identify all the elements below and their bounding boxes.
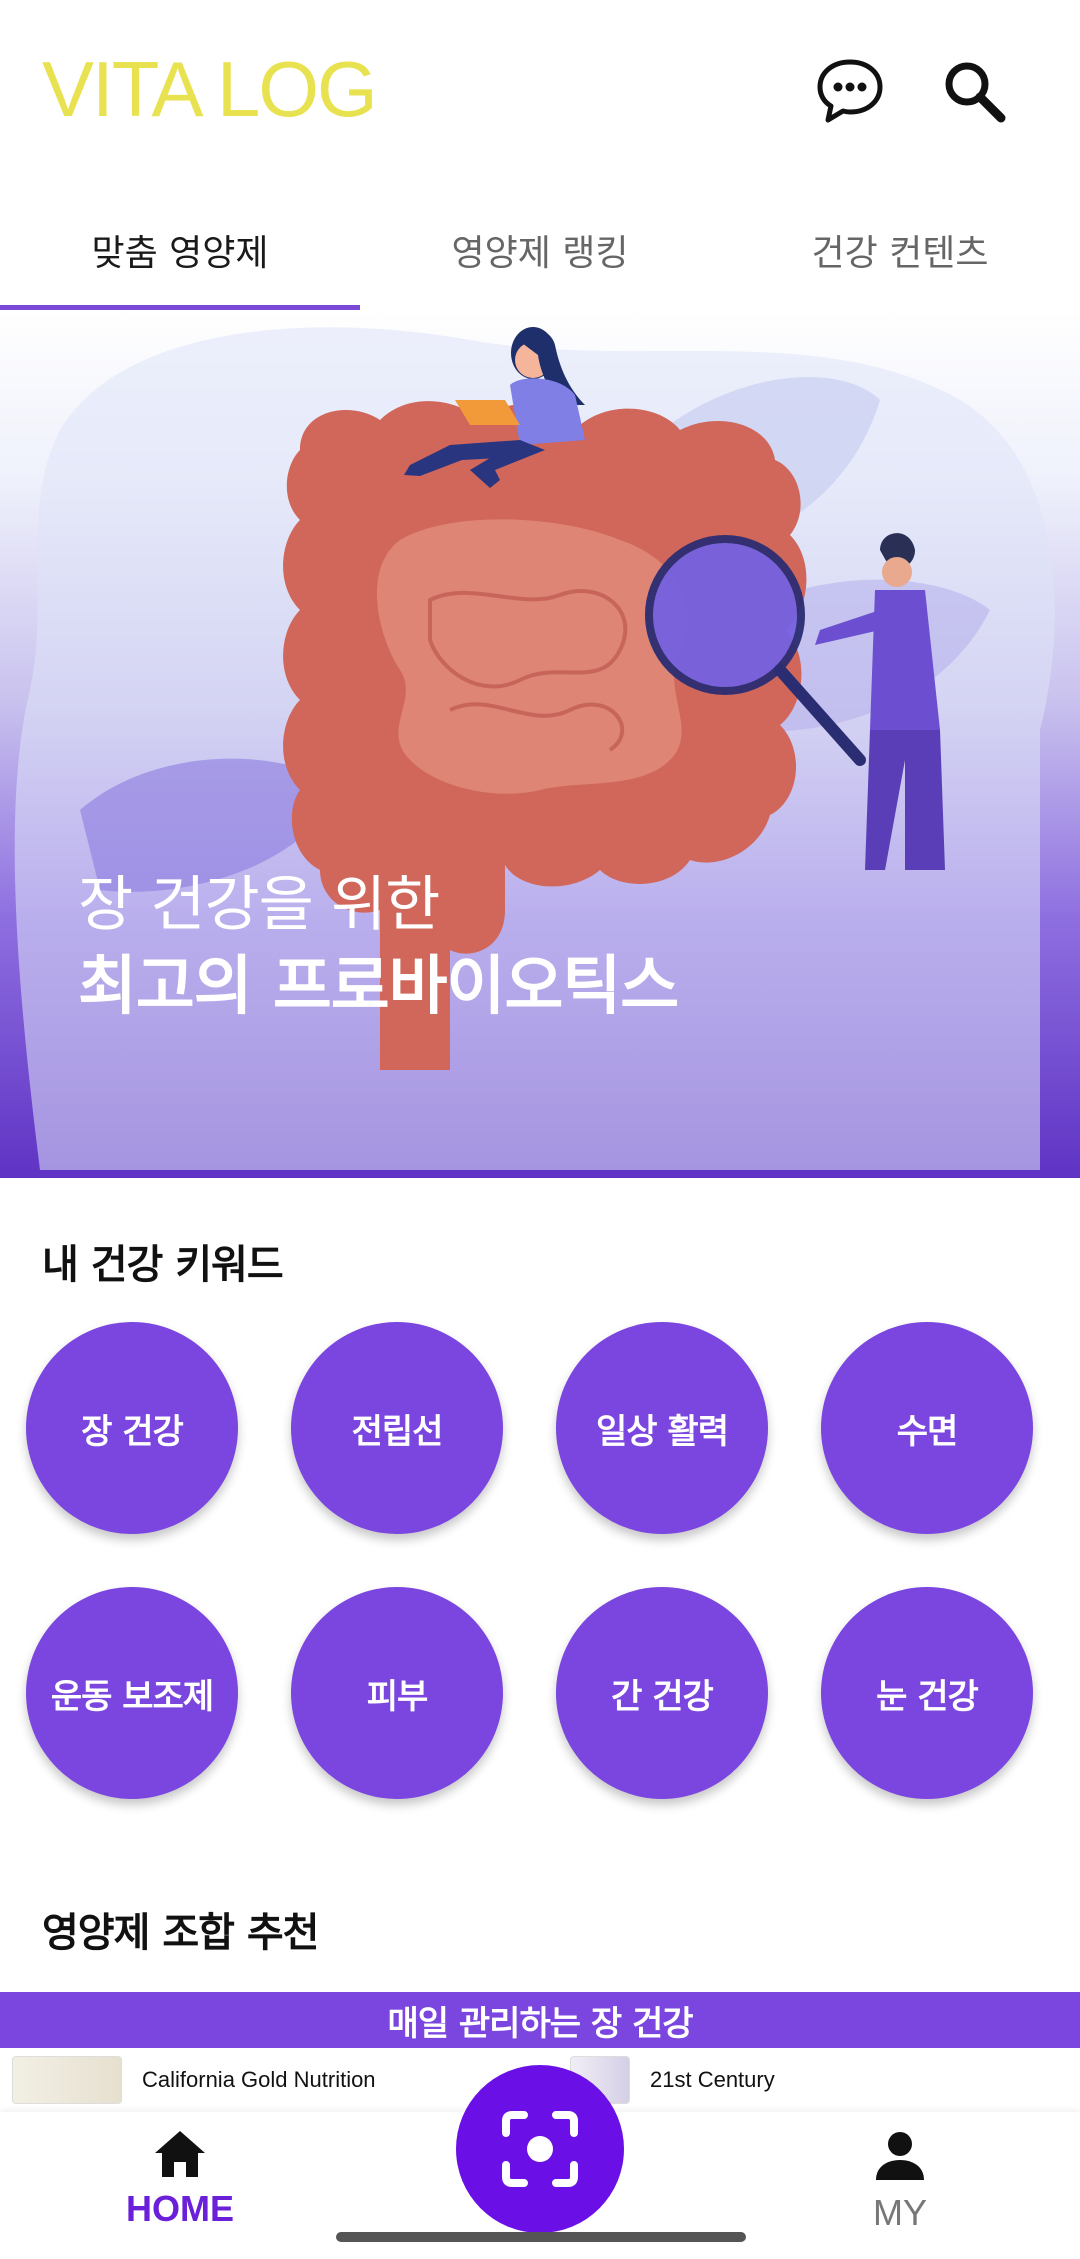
- nav-home[interactable]: HOME: [80, 2128, 280, 2230]
- tab-supplement-ranking[interactable]: 영양제 랭킹: [360, 190, 720, 310]
- health-keywords-title: 내 건강 키워드: [42, 1242, 284, 1288]
- product-item[interactable]: California Gold Nutrition: [12, 2048, 376, 2112]
- banner-title: 최고의 프로바이오틱스: [78, 950, 679, 1024]
- banner-illustration: [14, 327, 1055, 1170]
- product-thumbnail: [12, 2056, 122, 2104]
- nav-my[interactable]: MY: [800, 2128, 1000, 2234]
- home-indicator: [336, 2232, 746, 2242]
- tab-custom-supplements[interactable]: 맞춤 영양제: [0, 190, 360, 310]
- banner-headline: 장 건강을 위한 최고의 프로바이오틱스: [78, 865, 679, 1029]
- keyword-daily-energy[interactable]: 일상 활력: [556, 1322, 768, 1534]
- search-icon[interactable]: [935, 52, 1015, 132]
- product-name: California Gold Nutrition: [142, 2067, 376, 2092]
- combo-recommend-title: 영양제 조합 추천: [42, 1910, 319, 1956]
- keyword-gut-health[interactable]: 장 건강: [26, 1322, 238, 1534]
- app-logo[interactable]: VITA LOG: [42, 50, 378, 128]
- keyword-skin[interactable]: 피부: [291, 1587, 503, 1799]
- keyword-eye-health[interactable]: 눈 건강: [821, 1587, 1033, 1799]
- combo-category-bar[interactable]: 매일 관리하는 장 건강: [0, 1992, 1080, 2048]
- nav-home-label: HOME: [126, 2188, 234, 2229]
- promo-banner[interactable]: 장 건강을 위한 최고의 프로바이오틱스: [0, 310, 1080, 1178]
- main-tabs: 맞춤 영양제 영양제 랭킹 건강 컨텐츠: [0, 190, 1080, 310]
- product-name: 21st Century: [650, 2067, 775, 2092]
- keyword-workout-supplement[interactable]: 운동 보조제: [26, 1587, 238, 1799]
- person-icon: [876, 2132, 924, 2180]
- banner-subtitle: 장 건강을 위한: [78, 870, 440, 940]
- home-icon: [155, 2131, 205, 2177]
- chat-icon[interactable]: [810, 52, 890, 132]
- tab-health-contents[interactable]: 건강 컨텐츠: [720, 190, 1080, 310]
- keyword-prostate[interactable]: 전립선: [291, 1322, 503, 1534]
- nav-my-label: MY: [873, 2192, 927, 2233]
- scan-icon: [502, 2111, 578, 2187]
- keyword-sleep[interactable]: 수면: [821, 1322, 1033, 1534]
- keyword-liver-health[interactable]: 간 건강: [556, 1587, 768, 1799]
- scan-button[interactable]: [456, 2065, 624, 2233]
- app-header: VITA LOG: [0, 0, 1080, 180]
